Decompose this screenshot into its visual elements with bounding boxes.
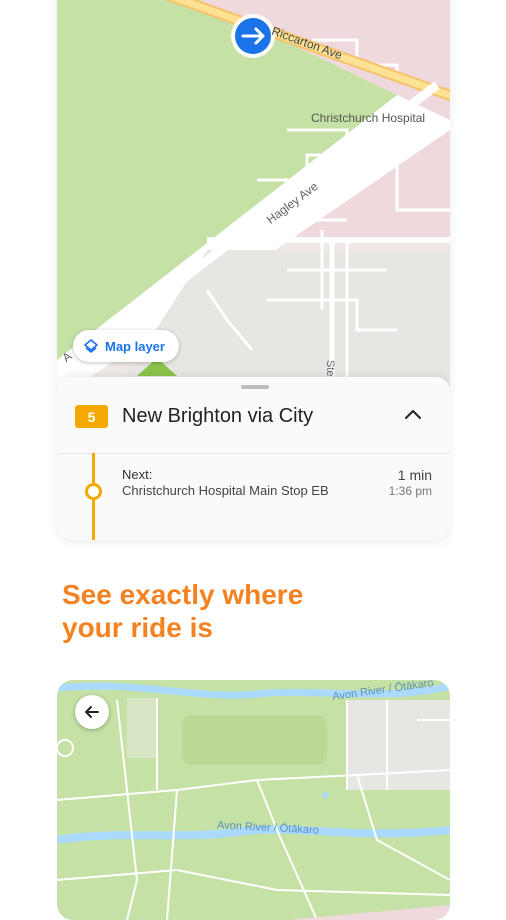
route-bottom-sheet[interactable]: 5 New Brighton via City Next: Christchur… bbox=[57, 377, 450, 540]
live-map[interactable] bbox=[57, 680, 450, 920]
headline-line-1: See exactly where bbox=[62, 579, 304, 610]
poi-label-hospital: Christchurch Hospital bbox=[311, 111, 426, 125]
route-header[interactable]: 5 New Brighton via City bbox=[57, 377, 450, 454]
route-map-card: Riccarton Ave Christchurch Hospital Hagl… bbox=[57, 0, 450, 540]
layers-icon bbox=[84, 339, 98, 353]
map-layer-button[interactable]: Map layer bbox=[73, 330, 179, 362]
map-layer-label: Map layer bbox=[105, 338, 165, 354]
next-stop-row[interactable]: Next: Christchurch Hospital Main Stop EB… bbox=[57, 453, 450, 540]
promo-headline: See exactly where your ride is bbox=[62, 578, 303, 644]
stop-dot bbox=[85, 483, 102, 500]
chevron-up-icon[interactable] bbox=[403, 407, 423, 421]
live-map-card: Avon River / Ōtākaro Avon River / Ōtākar… bbox=[57, 680, 450, 920]
eta-time: 1:36 pm bbox=[388, 484, 432, 498]
arrow-left-icon bbox=[85, 706, 99, 718]
next-label: Next: bbox=[122, 467, 153, 482]
route-name: New Brighton via City bbox=[122, 405, 314, 427]
route-number-badge: 5 bbox=[75, 405, 108, 428]
back-button[interactable] bbox=[75, 695, 109, 729]
eta-minutes: 1 min bbox=[397, 467, 432, 483]
headline-line-2: your ride is bbox=[62, 612, 213, 643]
stop-name: Christchurch Hospital Main Stop EB bbox=[122, 483, 329, 498]
